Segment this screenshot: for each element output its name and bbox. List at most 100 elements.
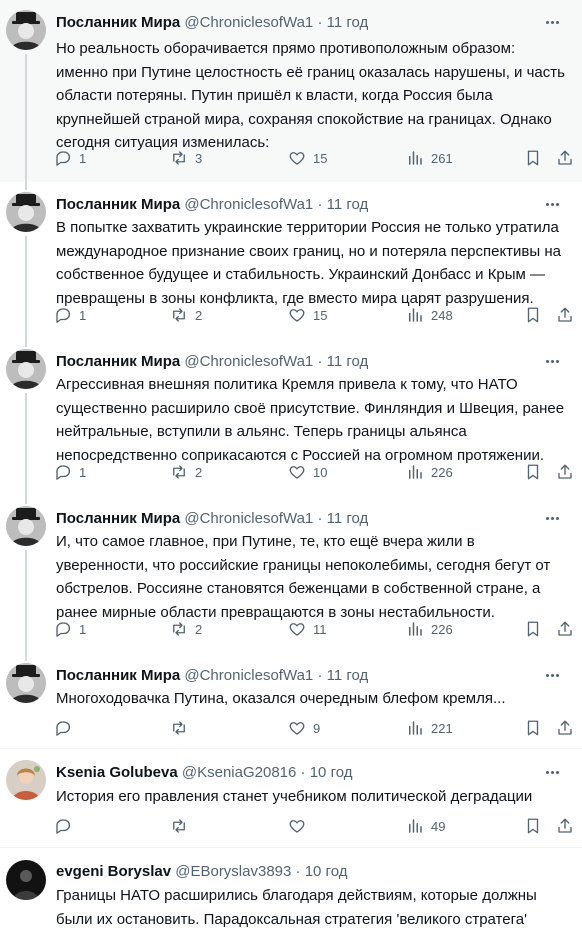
avatar[interactable] [6,10,46,50]
tweet-actions: 1 2 15 248 [54,304,574,326]
like-button[interactable]: 10 [288,461,327,483]
retweet-button[interactable] [170,717,195,739]
reply-button[interactable]: 1 [54,147,86,169]
reply-icon [56,151,71,166]
like-button[interactable] [288,815,313,837]
author-handle[interactable]: @KseniaG20816 [182,764,296,781]
share-button[interactable] [556,815,574,837]
tweet[interactable]: Посланник Мира @ChroniclesofWa1 · 11 год… [0,182,582,339]
separator-dot: · [300,764,306,781]
view-count: 248 [431,307,453,323]
views-button[interactable]: 248 [406,304,453,326]
author-handle[interactable]: @ChroniclesofWa1 [184,14,313,31]
avatar-portrait-icon [6,349,46,389]
more-dots-icon[interactable] [546,14,568,30]
avatar[interactable] [6,760,46,800]
share-button[interactable] [556,717,574,739]
retweet-button[interactable]: 2 [170,618,202,640]
reply-icon [56,819,71,834]
timestamp[interactable]: 11 год [327,667,369,684]
share-button[interactable] [556,618,574,640]
avatar[interactable] [6,663,46,703]
author-name[interactable]: Посланник Мира [56,353,180,370]
like-button[interactable]: 11 [288,618,327,640]
bookmark-button[interactable] [524,461,542,483]
timestamp[interactable]: 10 год [310,764,353,781]
like-count: 15 [313,307,328,323]
reply-button[interactable] [54,815,79,837]
reply-button[interactable]: 1 [54,618,86,640]
retweet-button[interactable] [170,815,195,837]
tweet[interactable]: Посланник Мира @ChroniclesofWa1 · 11 год… [0,339,582,496]
tweet[interactable]: evgeni Boryslav @EBoryslav3893 · 10 год … [0,848,582,928]
retweet-button[interactable]: 3 [170,147,202,169]
author-name[interactable]: Посланник Мира [56,196,180,213]
retweet-icon [173,819,185,833]
like-button[interactable]: 9 [288,717,320,739]
separator-dot: · [317,14,323,31]
timestamp[interactable]: 11 год [327,353,369,370]
author-name[interactable]: Посланник Мира [56,667,180,684]
views-button[interactable]: 226 [406,618,453,640]
views-button[interactable]: 261 [406,147,453,169]
like-button[interactable]: 15 [288,304,327,326]
timestamp[interactable]: 11 год [327,14,369,31]
author-name[interactable]: Ksenia Golubeva [56,764,178,781]
author-name[interactable]: Посланник Мира [56,510,180,527]
tweet[interactable]: Посланник Мира @ChroniclesofWa1 · 11 год… [0,496,582,653]
author-handle[interactable]: @ChroniclesofWa1 [184,667,313,684]
tweet-header: Посланник Мира @ChroniclesofWa1 · 11 год [56,13,368,33]
reply-button[interactable]: 1 [54,461,86,483]
share-button[interactable] [556,147,574,169]
more-dots-icon[interactable] [546,353,568,369]
more-dots-icon[interactable] [546,764,568,780]
heart-icon [289,309,305,322]
like-button[interactable]: 15 [288,147,327,169]
separator-dot: · [295,863,301,880]
retweet-count: 2 [195,307,203,323]
avatar[interactable] [6,349,46,389]
bookmark-button[interactable] [524,147,542,169]
timestamp[interactable]: 11 год [327,510,369,527]
reply-button[interactable] [54,717,79,739]
tweet[interactable]: Ksenia Golubeva @KseniaG20816 · 10 год И… [0,749,582,848]
more-dots-icon[interactable] [546,510,568,526]
bookmark-button[interactable] [524,304,542,326]
timestamp[interactable]: 10 год [305,863,348,880]
bookmark-button[interactable] [524,815,542,837]
more-dots-icon[interactable] [546,196,568,212]
view-count: 221 [431,720,453,736]
retweet-count: 2 [195,464,203,480]
bookmark-button[interactable] [524,618,542,640]
tweet-text: Но реальность оборачивается прямо против… [56,40,565,151]
views-button[interactable]: 226 [406,461,453,483]
author-handle[interactable]: @ChroniclesofWa1 [184,196,313,213]
author-handle[interactable]: @ChroniclesofWa1 [184,353,313,370]
author-name[interactable]: Посланник Мира [56,14,180,31]
heart-icon [289,623,305,636]
author-handle[interactable]: @EBoryslav3893 [175,863,291,880]
retweet-icon [173,622,185,636]
retweet-button[interactable]: 2 [170,304,202,326]
views-button[interactable]: 49 [406,815,445,837]
views-chart-icon [409,308,422,322]
more-dots-icon[interactable] [546,667,568,683]
avatar[interactable] [6,192,46,232]
reply-button[interactable]: 1 [54,304,86,326]
tweet[interactable]: Посланник Мира @ChroniclesofWa1 · 11 год… [0,653,582,749]
tweet-header: Посланник Мира @ChroniclesofWa1 · 11 год [56,666,368,686]
avatar[interactable] [6,860,46,900]
share-button[interactable] [556,304,574,326]
tweet-feed: Посланник Мира @ChroniclesofWa1 · 11 год… [0,0,582,928]
avatar[interactable] [6,506,46,546]
retweet-button[interactable]: 2 [170,461,202,483]
timestamp[interactable]: 11 год [327,196,369,213]
avatar-portrait-icon [6,192,46,232]
author-handle[interactable]: @ChroniclesofWa1 [184,510,313,527]
tweet[interactable]: Посланник Мира @ChroniclesofWa1 · 11 год… [0,0,582,182]
bookmark-button[interactable] [524,717,542,739]
author-name[interactable]: evgeni Boryslav [56,863,171,880]
views-button[interactable]: 221 [406,717,453,739]
tweet-actions: 1 2 10 226 [54,461,574,483]
share-button[interactable] [556,461,574,483]
